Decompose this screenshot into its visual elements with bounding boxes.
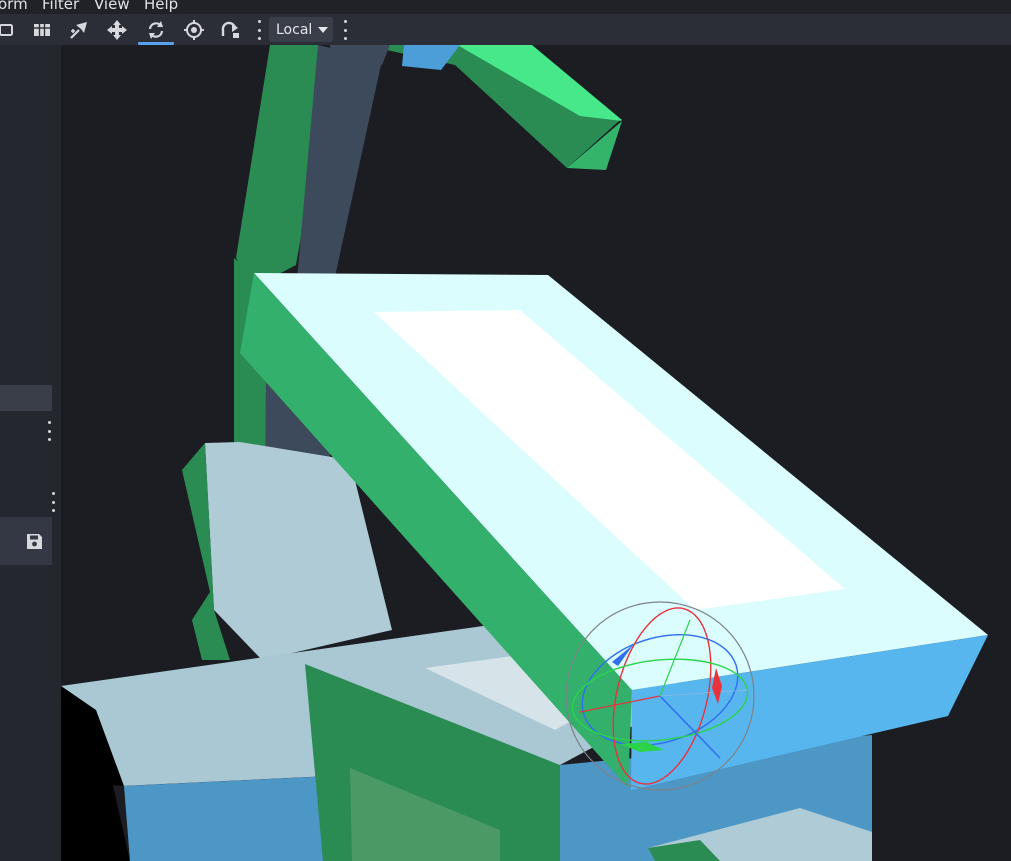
- panel-options-menu[interactable]: [45, 421, 53, 441]
- layout-button[interactable]: [0, 16, 21, 43]
- side-panel-selected-row[interactable]: [0, 385, 52, 411]
- move-tool-button[interactable]: [102, 16, 132, 43]
- rotate-tool-icon: [148, 20, 164, 39]
- panel-secondary-options-menu[interactable]: [49, 492, 57, 512]
- chevron-down-icon: [318, 26, 329, 33]
- viewport-toolbar: Local: [0, 14, 1011, 45]
- menu-view[interactable]: View: [94, 0, 130, 14]
- menu-help[interactable]: Help: [144, 0, 178, 14]
- scene-render[interactable]: [61, 45, 1011, 861]
- grid-icon: [34, 23, 50, 36]
- pivot-button[interactable]: [179, 16, 209, 43]
- menubar: orm Filter View Help: [0, 0, 1011, 14]
- snap-arrow-icon: [221, 21, 239, 38]
- snap-button[interactable]: [216, 16, 246, 43]
- tool-options-menu[interactable]: [255, 20, 263, 40]
- rotate-tool-button[interactable]: [141, 16, 171, 43]
- menu-filter[interactable]: Filter: [42, 0, 79, 14]
- move-tool-icon: [107, 19, 127, 40]
- layout-icon: [0, 23, 13, 36]
- save-icon[interactable]: [26, 533, 43, 550]
- menu-transform[interactable]: orm: [0, 0, 28, 14]
- select-tool-button[interactable]: [64, 16, 94, 43]
- grid-button[interactable]: [27, 16, 57, 43]
- transform-space-label: Local: [276, 21, 313, 38]
- transform-space-dropdown[interactable]: Local: [269, 17, 333, 42]
- space-options-menu[interactable]: [341, 20, 349, 40]
- 3d-viewport[interactable]: [61, 45, 1011, 861]
- save-row[interactable]: [0, 517, 52, 565]
- pivot-target-icon: [184, 19, 204, 40]
- side-panel: [0, 45, 61, 861]
- select-tool-icon: [70, 21, 87, 39]
